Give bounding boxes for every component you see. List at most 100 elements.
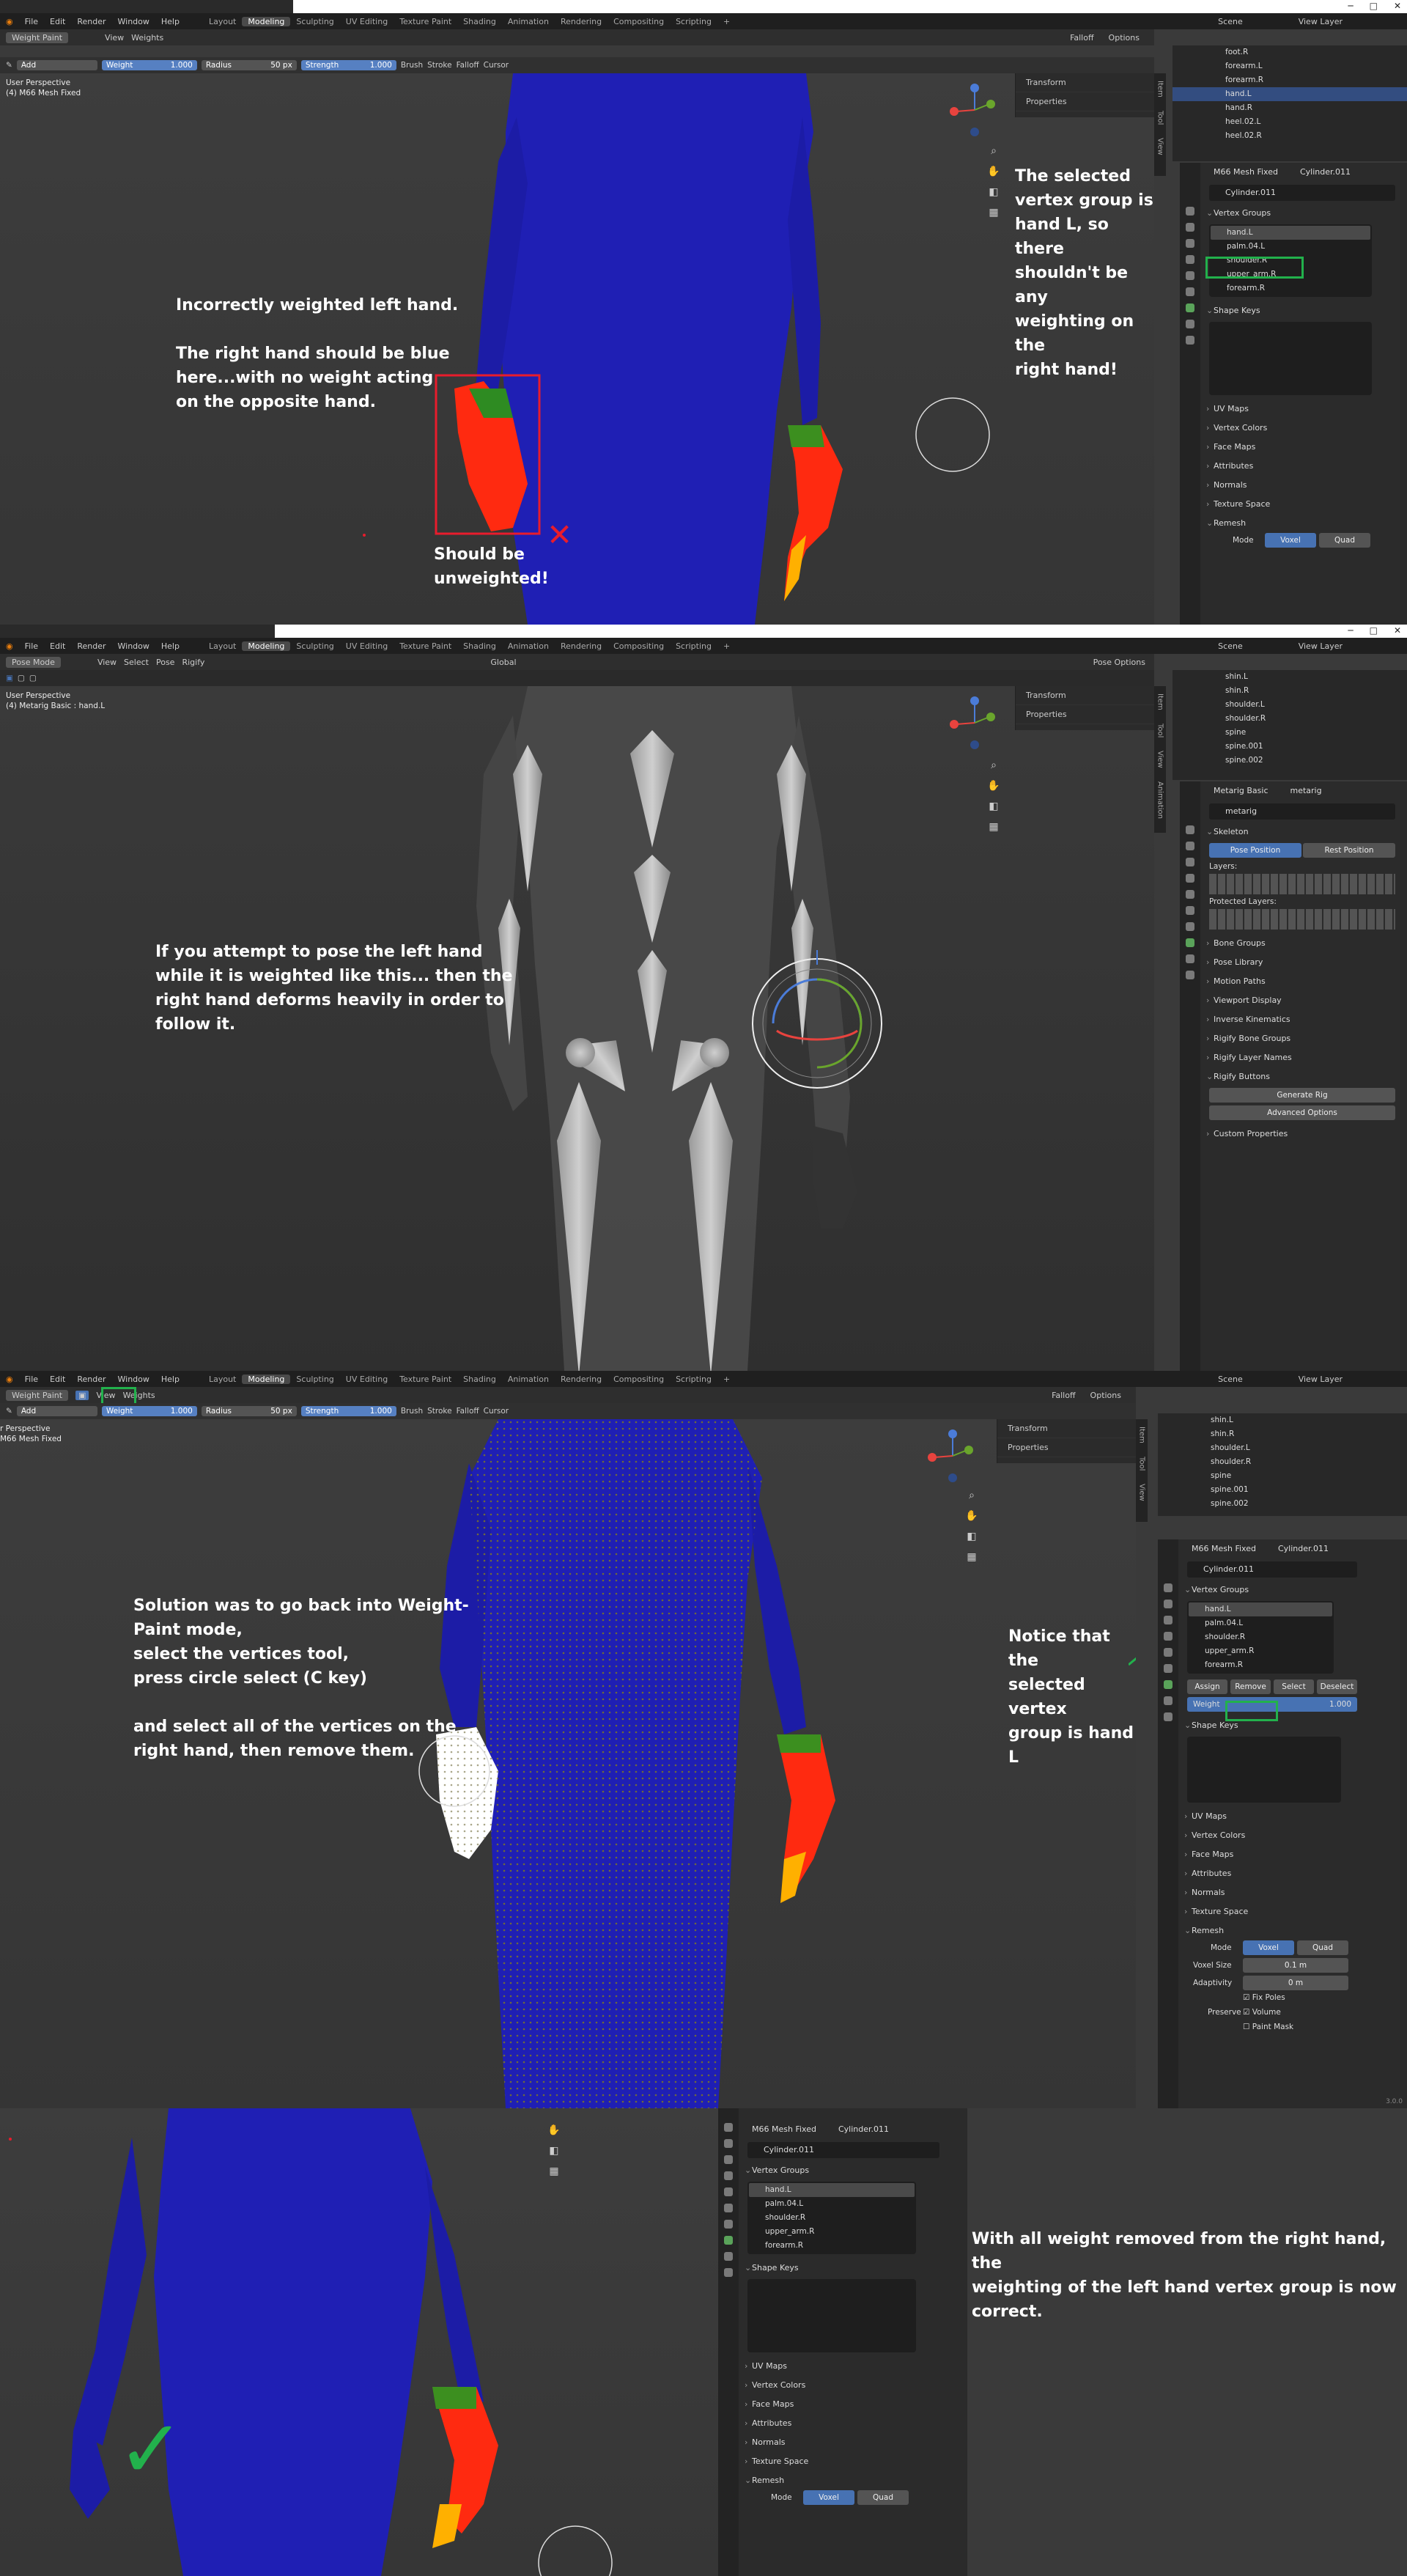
scene-selector[interactable]: Scene [1212,17,1249,26]
menu-help[interactable]: Help [155,17,185,26]
deselect-button[interactable]: Deselect [1317,1679,1357,1694]
vgroup-item[interactable]: palm.04.L [1189,1616,1332,1630]
section-rigify-buttons[interactable]: Rigify Buttons [1203,1067,1401,1086]
outliner-item[interactable]: foot.R [1172,45,1407,59]
menu-help[interactable]: Help [155,1375,185,1384]
section-uv-maps[interactable]: UV Maps [1181,1807,1363,1826]
maximize-icon[interactable]: □ [1370,1,1378,11]
outliner-item[interactable]: spine.002 [1158,1497,1407,1511]
tab-rendering[interactable]: Rendering [555,641,608,651]
menu-edit[interactable]: Edit [44,1375,71,1384]
view-menu[interactable]: View [97,658,117,667]
vgroup-item-selected[interactable]: hand.L [1211,226,1370,240]
protected-layers-grid[interactable] [1209,909,1395,930]
grid-icon[interactable]: ▦ [967,1551,976,1563]
falloff-menu-2[interactable]: Falloff [457,61,479,70]
section-texture-space[interactable]: Texture Space [742,2452,945,2471]
minimize-icon[interactable]: ─ [1348,625,1353,636]
camera-icon[interactable]: ◧ [967,1531,976,1542]
navigation-gizmo[interactable] [945,693,1004,752]
vgroup-item[interactable]: shoulder.R [1189,1630,1332,1644]
rest-position-button[interactable]: Rest Position [1303,843,1395,858]
adaptivity-field[interactable]: 0 m [1243,1976,1348,1990]
zoom-icon[interactable]: ⌕ [991,759,997,771]
tab-modeling[interactable]: Modeling [242,1374,291,1384]
navigation-gizmo[interactable] [945,81,1004,139]
object-name-field[interactable]: Cylinder.011 [747,2142,939,2158]
blend-mode[interactable]: Add [16,1406,97,1416]
tab-animation[interactable]: Animation [502,17,555,26]
tab-layout[interactable]: Layout [203,1375,242,1384]
menu-file[interactable]: File [19,641,44,651]
blender-logo-icon[interactable]: ◉ [0,641,19,651]
section-vertex-colors[interactable]: Vertex Colors [742,2376,945,2395]
minimize-icon[interactable]: ─ [1348,1,1353,11]
tab-sculpting[interactable]: Sculpting [290,1375,339,1384]
section-face-maps[interactable]: Face Maps [1203,438,1401,457]
add-workspace-button[interactable]: + [717,1375,736,1384]
voxel-button[interactable]: Voxel [803,2490,854,2505]
menu-edit[interactable]: Edit [44,641,71,651]
3d-viewport[interactable]: ✓ ✋ ◧ ▦ [0,2108,718,2576]
section-vertex-groups[interactable]: Vertex Groups [742,2161,945,2180]
view-layer-selector[interactable]: View Layer [1293,641,1348,651]
npanel-transform[interactable]: Transform [997,1419,1136,1438]
menu-window[interactable]: Window [112,641,155,651]
npanel-transform[interactable]: Transform [1016,73,1154,92]
view-layer-selector[interactable]: View Layer [1293,17,1348,26]
options-menu[interactable]: Options [1090,1391,1121,1400]
quad-button[interactable]: Quad [1319,533,1370,548]
blender-logo-icon[interactable]: ◉ [0,17,19,26]
tab-layout[interactable]: Layout [203,17,242,26]
npanel-properties[interactable]: Properties [1016,92,1154,111]
advanced-options-button[interactable]: Advanced Options [1209,1105,1395,1120]
tab-animation[interactable]: Animation [502,1375,555,1384]
options-menu[interactable]: Options [1109,33,1140,43]
outliner-item[interactable]: spine [1172,726,1407,740]
pan-icon[interactable]: ✋ [987,166,1000,177]
quad-button[interactable]: Quad [857,2490,909,2505]
section-custom-properties[interactable]: Custom Properties [1203,1125,1401,1144]
tab-scripting[interactable]: Scripting [670,17,717,26]
voxel-button[interactable]: Voxel [1265,533,1316,548]
falloff-menu[interactable]: Falloff [1070,33,1093,43]
close-icon[interactable]: ✕ [1394,625,1401,636]
section-shape-keys[interactable]: Shape Keys [742,2259,945,2278]
pan-icon[interactable]: ✋ [987,780,1000,792]
rigify-menu[interactable]: Rigify [182,658,204,667]
mode-selector[interactable]: Pose Mode [6,656,61,668]
weights-menu[interactable]: Weights [131,33,163,43]
pose-menu[interactable]: Pose [156,658,174,667]
tab-texture-paint[interactable]: Texture Paint [394,641,457,651]
tab-shading[interactable]: Shading [457,1375,502,1384]
tab-sculpting[interactable]: Sculpting [290,641,339,651]
npanel-properties[interactable]: Properties [997,1438,1136,1457]
pose-position-button[interactable]: Pose Position [1209,843,1301,858]
section-uv-maps[interactable]: UV Maps [1203,400,1401,419]
section-bone-groups[interactable]: Bone Groups [1203,934,1401,953]
camera-icon[interactable]: ◧ [549,2145,558,2157]
tab-scripting[interactable]: Scripting [670,641,717,651]
outliner-item[interactable]: shoulder.L [1158,1441,1407,1455]
falloff-menu-2[interactable]: Falloff [457,1407,479,1416]
scene-selector[interactable]: Scene [1212,641,1249,651]
paint-mask-checkbox[interactable]: ☐ Paint Mask [1181,2023,1363,2037]
stroke-menu[interactable]: Stroke [427,61,451,70]
vgroup-item-selected[interactable]: hand.L [1189,1602,1332,1616]
blend-mode[interactable]: Add [16,60,97,70]
grid-icon[interactable]: ▦ [549,2165,558,2177]
tab-uv-editing[interactable]: UV Editing [340,641,394,651]
vgroup-item[interactable]: forearm.R [1189,1658,1332,1672]
section-face-maps[interactable]: Face Maps [742,2395,945,2414]
strength-field[interactable]: Strength 1.000 [300,1406,396,1416]
zoom-icon[interactable]: ⌕ [991,145,997,157]
cursor-menu[interactable]: Cursor [484,1407,509,1416]
stroke-menu[interactable]: Stroke [427,1407,451,1416]
tab-compositing[interactable]: Compositing [608,17,670,26]
view-menu[interactable]: View [105,33,124,43]
section-viewport-display[interactable]: Viewport Display [1203,991,1401,1010]
brush-menu[interactable]: Brush [401,1407,423,1416]
menu-render[interactable]: Render [71,17,111,26]
section-vertex-colors[interactable]: Vertex Colors [1203,419,1401,438]
menu-file[interactable]: File [19,17,44,26]
